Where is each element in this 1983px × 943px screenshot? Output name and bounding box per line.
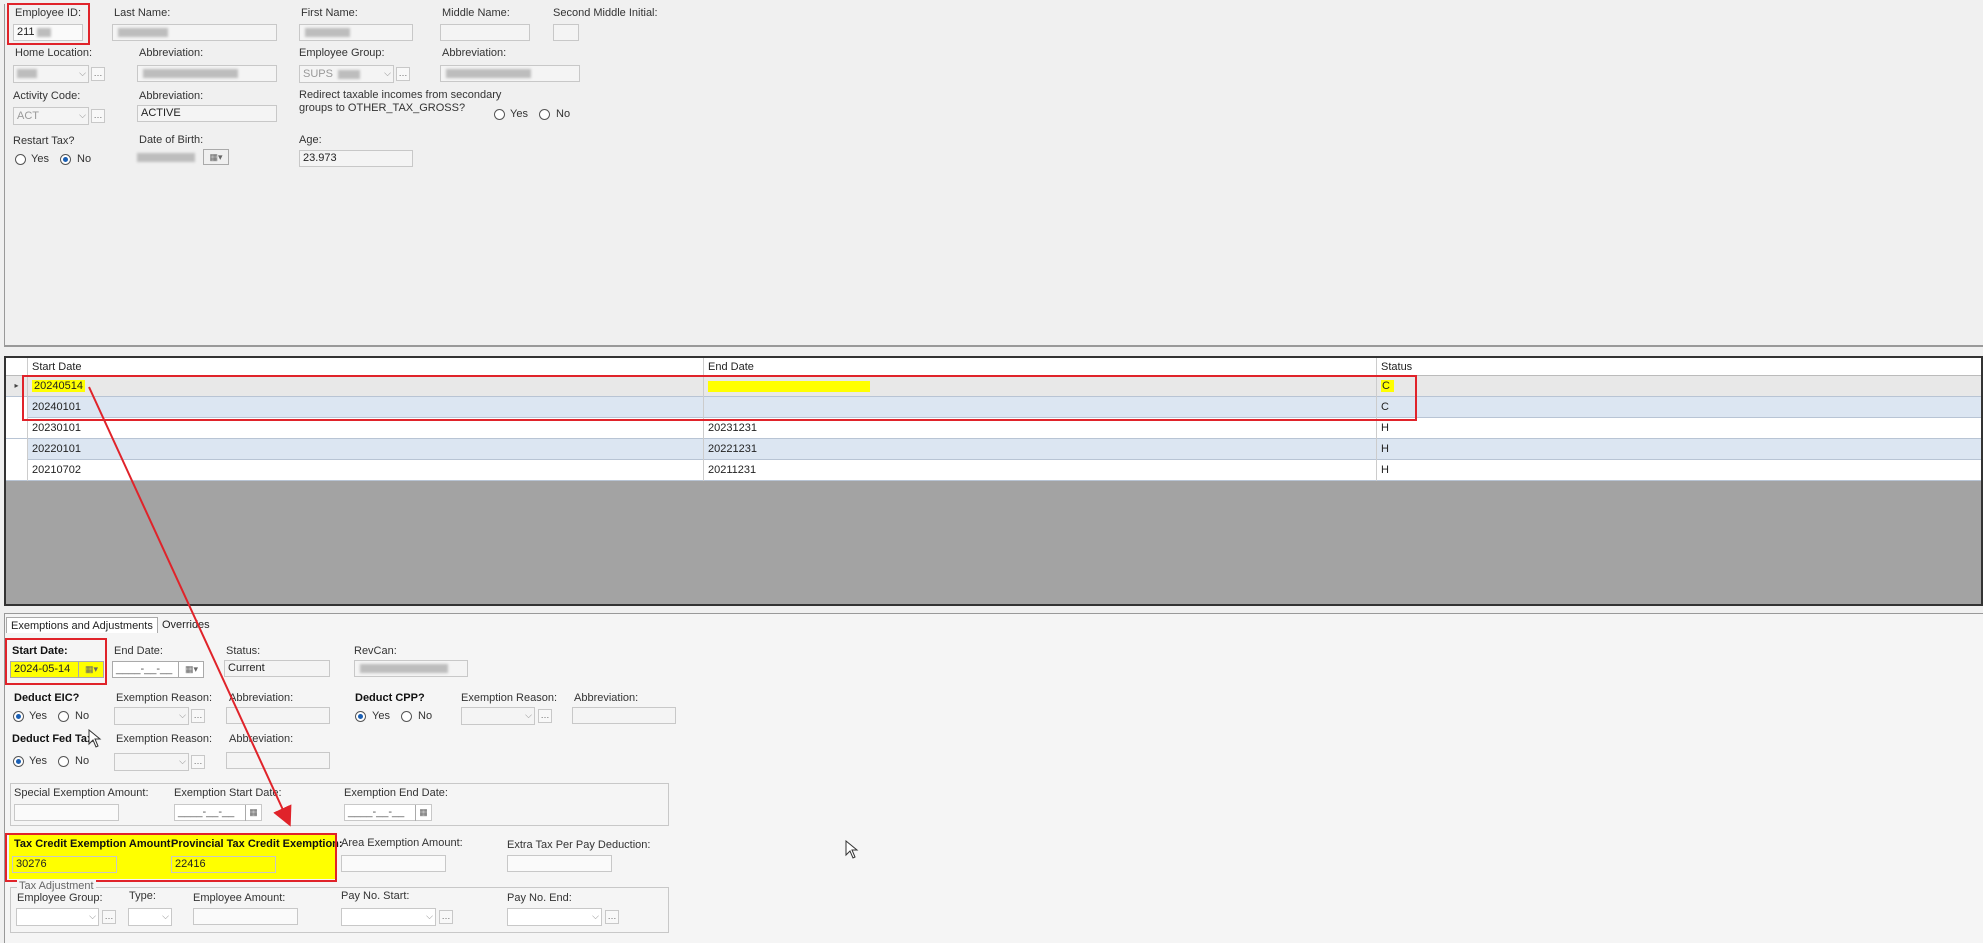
mouse-cursor-icon [845, 840, 859, 859]
annotation-arrow [88, 386, 292, 827]
mouse-cursor-icon [88, 729, 102, 748]
